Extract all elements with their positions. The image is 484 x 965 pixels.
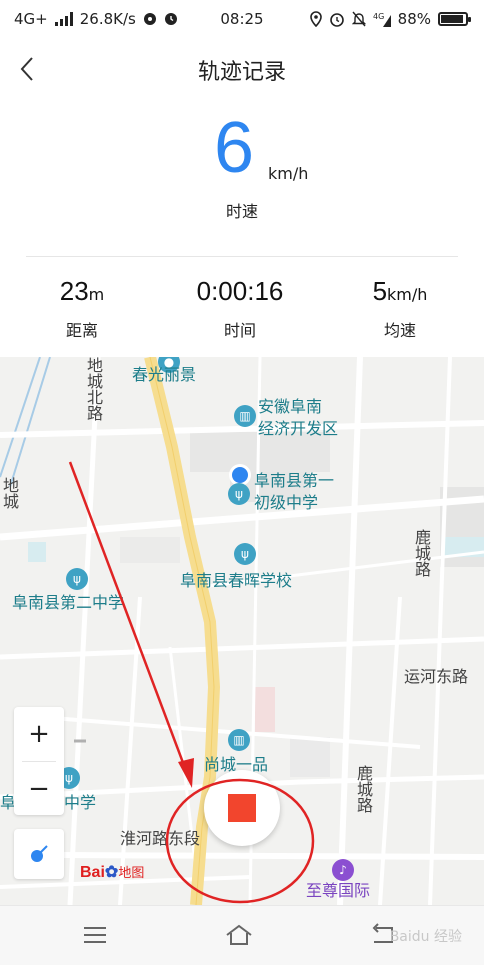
stat-time: 0:00:16 时间 <box>160 276 320 341</box>
network-type: 4G+ <box>14 10 48 28</box>
poi-second[interactable]: 阜南县第二中学 <box>12 593 124 613</box>
poi-chunguang[interactable]: 春光丽景 <box>132 365 196 385</box>
svg-text:4G: 4G <box>373 12 384 21</box>
road-lucheng-2: 鹿城路 <box>354 765 373 813</box>
mic-icon: ♪ <box>332 859 354 881</box>
speed-label: 时速 <box>225 202 258 221</box>
battery-percent: 88% <box>397 10 431 28</box>
battery-icon <box>438 12 471 26</box>
poi-chunhui[interactable]: 阜南县春晖学校 <box>180 571 292 591</box>
network-speed: 26.8K/s <box>79 10 136 28</box>
zoom-controls: + − <box>14 707 64 815</box>
time-value: 0:00:16 <box>196 276 284 306</box>
watermark: Baidu 经验 <box>389 929 462 945</box>
menu-icon[interactable] <box>80 920 110 950</box>
distance-value: 23 <box>59 276 89 306</box>
poi-first-line2[interactable]: 初级中学 <box>254 493 318 513</box>
status-right: 4G 88% <box>309 10 471 28</box>
status-bar: 4G+ 26.8K/s 08:25 4G 88% <box>0 0 484 38</box>
school-icon: ψ <box>228 483 250 505</box>
stat-distance: 23m 距离 <box>2 276 162 341</box>
road-yunhe-east: 运河东路 <box>404 667 469 686</box>
poi-anhui-line2[interactable]: 经济开发区 <box>258 419 338 439</box>
stop-icon <box>228 794 256 822</box>
poi-anhui-line1[interactable]: 安徽阜南 <box>258 397 322 417</box>
building-icon: ▥ <box>228 729 250 751</box>
baidu-logo-map: 地图 <box>118 865 145 880</box>
distance-unit: m <box>88 285 105 304</box>
compass-icon <box>31 845 48 862</box>
stat-avg-speed: 5km/h 均速 <box>320 276 480 341</box>
speed-value: 6 <box>214 108 255 188</box>
mute-icon <box>351 11 366 27</box>
system-nav-bar: Baidu 经验 <box>0 905 484 965</box>
baidu-logo-text: Bai <box>80 864 105 881</box>
road-dicheng-north: 地城北路 <box>84 357 103 421</box>
zoom-in-button[interactable]: + <box>14 707 64 761</box>
page-title: 轨迹记录 <box>197 60 286 85</box>
4g-icon: 4G <box>373 12 391 27</box>
home-icon[interactable] <box>224 920 254 950</box>
stop-recording-button[interactable] <box>204 770 280 846</box>
status-left: 4G+ 26.8K/s <box>14 10 178 28</box>
time-label: 时间 <box>223 321 256 340</box>
road-dicheng: 地城 <box>0 477 19 509</box>
poi-first-line1[interactable]: 阜南县第一 <box>254 471 334 491</box>
speed-unit: km/h <box>268 164 309 183</box>
baidu-logo: Bai✿地图 <box>80 862 144 882</box>
compass-button[interactable] <box>14 829 64 879</box>
title-bar: 轨迹记录 <box>0 38 484 102</box>
alarm-small-icon <box>164 13 177 25</box>
road-huaihe-east: 淮河路东段 <box>120 829 201 848</box>
divider <box>26 256 458 257</box>
notification-icon <box>143 13 156 25</box>
building-icon: ▥ <box>234 405 256 427</box>
road-lucheng-1: 鹿城路 <box>412 529 431 577</box>
avg-speed-value: 5 <box>372 276 388 306</box>
school-icon: ψ <box>66 568 88 590</box>
avg-speed-unit: km/h <box>387 285 428 304</box>
zoom-out-button[interactable]: − <box>14 762 64 816</box>
paw-icon: ✿ <box>104 864 119 881</box>
distance-label: 距离 <box>65 321 98 340</box>
school-icon: ψ <box>234 543 256 565</box>
alarm-icon <box>329 13 344 27</box>
location-pin-icon <box>309 11 322 27</box>
stats-row: 23m 距离 0:00:16 时间 5km/h 均速 <box>0 276 484 346</box>
avg-speed-label: 均速 <box>383 321 416 340</box>
map-view[interactable]: ● ▥ ψ ψ ψ ▥ ψ ♪ 春光丽景 安徽阜南 经济开发区 阜南县第一 初级… <box>0 357 484 905</box>
signal-icon <box>54 12 73 26</box>
current-speed: 6 km/h 时速 <box>0 112 484 222</box>
poi-zhizun[interactable]: 至尊国际 <box>306 881 370 901</box>
